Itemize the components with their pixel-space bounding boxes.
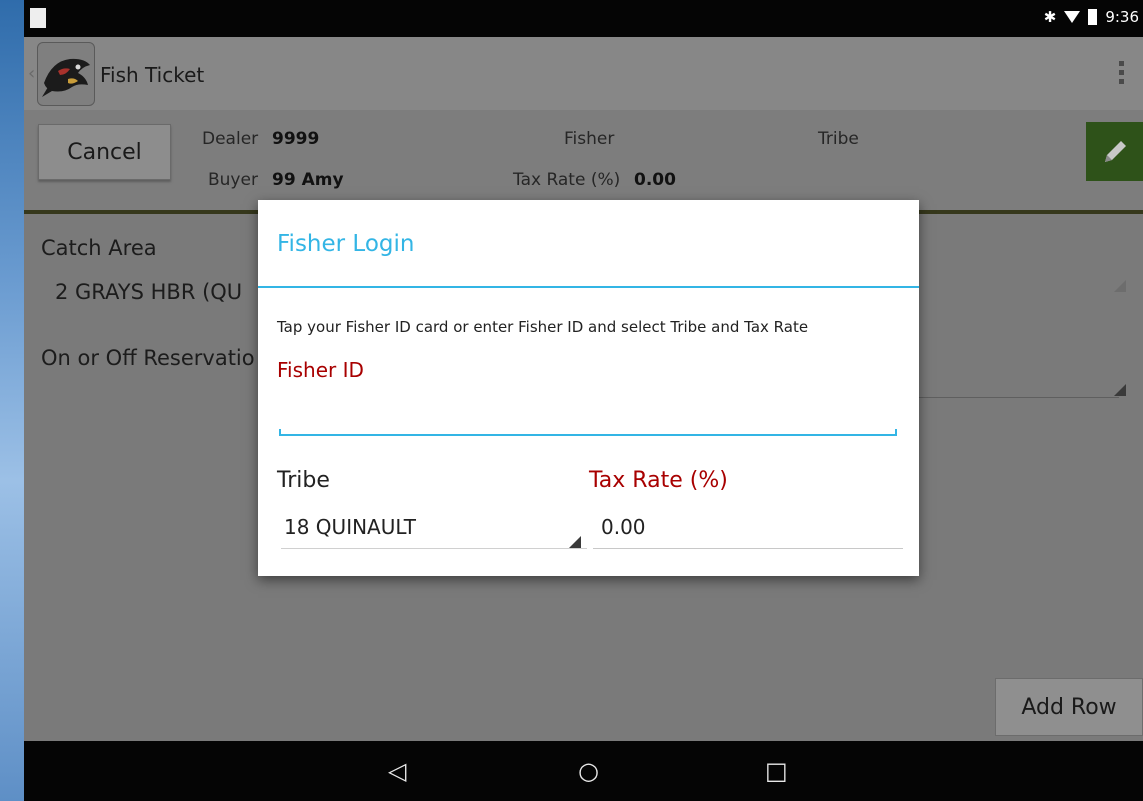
status-icons: ✱ 9:36 — [1044, 8, 1139, 26]
dialog-instruction: Tap your Fisher ID card or enter Fisher … — [277, 318, 809, 336]
edit-button[interactable] — [1086, 122, 1143, 181]
pencil-icon — [1104, 140, 1126, 162]
reservation-spinner-arrow-icon[interactable] — [1114, 384, 1126, 396]
buyer-label: Buyer — [208, 170, 258, 190]
orca-logo-graphic — [42, 58, 90, 97]
bluetooth-icon: ✱ — [1043, 8, 1057, 26]
up-arrow-icon[interactable]: ‹ — [28, 63, 35, 84]
cancel-button[interactable]: Cancel — [38, 124, 171, 180]
reservation-spinner-underline — [919, 397, 1119, 398]
tax-rate-label: Tax Rate (%) — [589, 468, 728, 493]
fisher-id-label: Fisher ID — [277, 358, 364, 382]
dealer-label: Dealer — [202, 129, 259, 149]
catch-area-spinner[interactable]: 2 GRAYS HBR (QU — [55, 280, 242, 304]
tribe-label: Tribe — [818, 129, 859, 149]
buyer-value: 99 Amy — [272, 170, 344, 190]
catch-area-label: Catch Area — [41, 236, 157, 260]
app-title: Fish Ticket — [100, 63, 205, 87]
fisher-label: Fisher — [564, 129, 615, 149]
app-bar: ‹ Fish Ticket — [24, 37, 1143, 111]
notification-icon — [30, 8, 46, 28]
catch-area-spinner-arrow-icon — [1114, 280, 1126, 292]
dialog-title: Fisher Login — [277, 231, 415, 257]
nav-home-icon[interactable]: ○ — [578, 757, 599, 785]
tax-rate-value: 0.00 — [634, 170, 676, 190]
tribe-spinner-arrow-icon — [569, 536, 581, 548]
clock: 9:36 — [1105, 8, 1139, 26]
fisher-id-input-right-tick — [895, 429, 897, 436]
app-logo-icon[interactable] — [37, 42, 95, 106]
tribe-spinner-value: 18 QUINAULT — [284, 515, 416, 539]
dealer-value: 9999 — [272, 129, 320, 149]
dialog-divider — [258, 286, 919, 288]
reservation-label: On or Off Reservatio — [41, 346, 255, 370]
status-bar: ✱ 9:36 — [24, 0, 1143, 37]
navigation-bar: ◁ ○ □ — [24, 741, 1143, 801]
nav-recents-icon[interactable]: □ — [765, 757, 788, 785]
tax-rate-input[interactable] — [593, 505, 903, 549]
add-row-button[interactable]: Add Row — [995, 678, 1143, 736]
ticket-header: Cancel Dealer 9999 Buyer 99 Amy Fisher T… — [24, 110, 1143, 214]
fisher-login-dialog: Fisher Login Tap your Fisher ID card or … — [258, 200, 919, 576]
fisher-id-input-left-tick — [279, 429, 281, 436]
fisher-id-input[interactable] — [279, 400, 897, 436]
wifi-icon — [1064, 11, 1081, 23]
overflow-menu-icon[interactable] — [1119, 61, 1125, 88]
nav-back-icon[interactable]: ◁ — [388, 757, 406, 785]
tribe-label: Tribe — [277, 468, 330, 493]
tribe-spinner[interactable]: 18 QUINAULT — [281, 505, 587, 549]
tax-rate-label: Tax Rate (%) — [513, 170, 621, 190]
battery-icon — [1088, 9, 1098, 25]
